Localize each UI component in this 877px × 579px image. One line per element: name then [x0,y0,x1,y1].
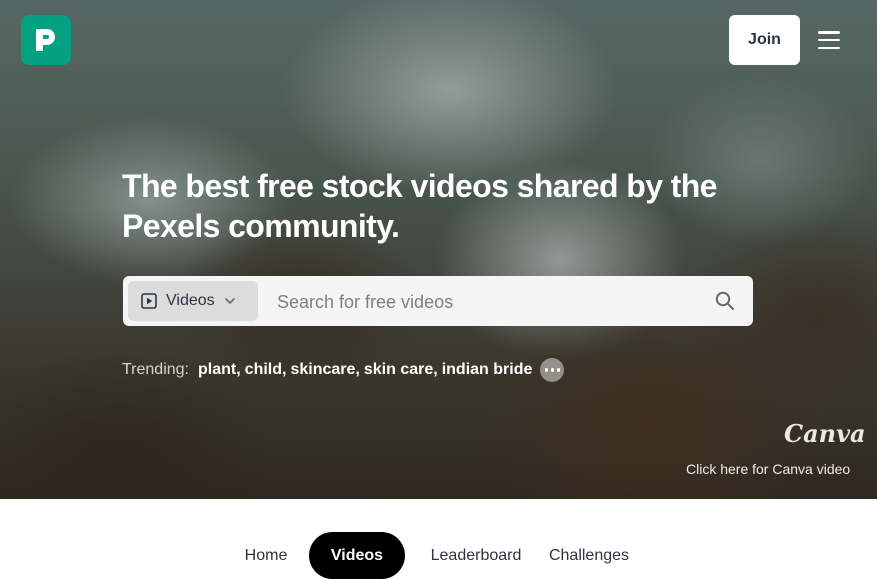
menu-line [818,46,840,49]
trending-link[interactable]: skincare [290,361,355,379]
separator: , [355,361,360,378]
chevron-down-icon [224,298,235,305]
media-type-label: Videos [166,292,215,309]
trending-searches: Trending: plant, child, skincare, skin c… [122,358,565,382]
trending-link[interactable]: child [245,361,282,379]
tab-home[interactable]: Home [233,532,299,579]
separator: , [433,361,438,378]
menu-line [818,38,840,42]
trending-link[interactable]: indian bride [442,361,533,379]
separator: , [282,361,287,378]
search-input[interactable] [275,286,699,318]
dot [556,368,561,372]
dot [550,368,555,372]
search-icon[interactable] [714,290,736,312]
dot [544,368,549,372]
pexels-logo[interactable] [21,15,71,65]
trending-label: Trending: [122,361,189,378]
search-bar: Videos [123,276,753,326]
media-type-dropdown[interactable]: Videos [128,281,258,321]
tab-videos[interactable]: Videos [309,532,405,579]
tab-leaderboard[interactable]: Leaderboard [417,532,535,579]
content-tabs: Home Videos Leaderboard Challenges [0,532,877,579]
hero-background [0,0,877,499]
menu-line [818,31,840,34]
more-dots-icon[interactable] [540,358,565,382]
tab-challenges[interactable]: Challenges [540,532,638,579]
canva-logo[interactable]: Canva [784,419,866,448]
page-headline: The best free stock videos shared by the… [122,168,717,244]
trending-link[interactable]: skin care [364,361,433,379]
canva-video-link[interactable]: Click here for Canva video [686,461,850,477]
separator: , [236,361,241,378]
trending-link[interactable]: plant [198,361,236,379]
hamburger-menu-icon[interactable] [818,31,840,49]
video-icon [141,293,157,309]
join-button[interactable]: Join [729,15,800,65]
pexels-logo-icon [36,29,55,51]
